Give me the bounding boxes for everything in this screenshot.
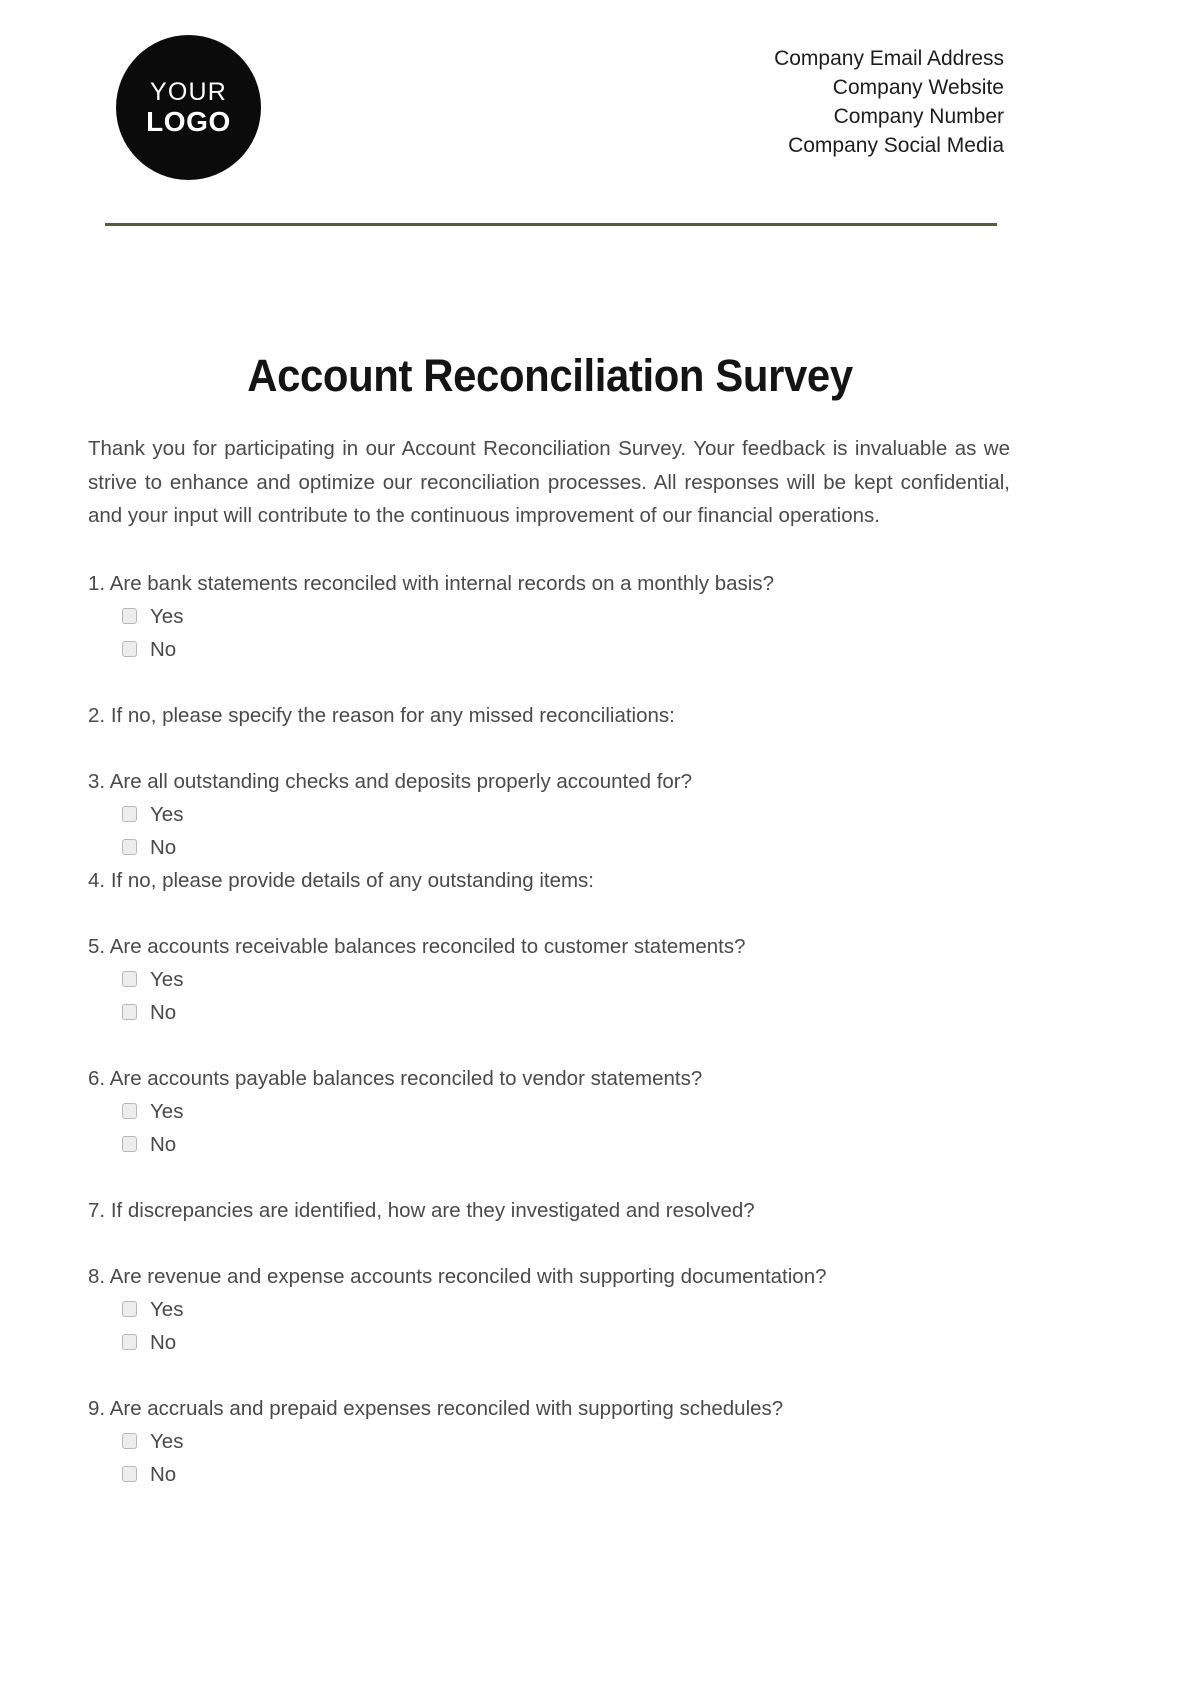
option-yes-6[interactable]: Yes	[122, 1095, 1012, 1128]
logo-your-text: YOUR	[149, 77, 228, 106]
question-label-7: If discrepancies are identified, how are…	[110, 1198, 755, 1222]
company-contact-block: Company Email Address Company Website Co…	[774, 44, 1004, 160]
options-list-5: Yes No	[88, 963, 1012, 1029]
checkbox-icon[interactable]	[122, 608, 137, 624]
option-label-no-8: No	[150, 1330, 177, 1354]
option-label-no-6: No	[150, 1132, 177, 1156]
contact-line-number: Company Number	[833, 105, 1004, 128]
document-header: YOUR LOGO Company Email Address Company …	[88, 0, 1012, 226]
question-text-2: 2. If no, please specify the reason for …	[88, 699, 1012, 732]
question-block-4: 4. If no, please provide details of any …	[88, 864, 1012, 897]
option-label-yes-3: Yes	[150, 802, 184, 826]
option-label-no-5: No	[150, 1000, 177, 1024]
options-list-1: Yes No	[88, 600, 1012, 666]
option-yes-9[interactable]: Yes	[122, 1425, 1012, 1458]
question-number-4: 4.	[88, 868, 106, 892]
question-number-9: 9.	[88, 1396, 106, 1420]
option-no-3[interactable]: No	[122, 831, 1012, 864]
question-label-2: If no, please specify the reason for any…	[110, 703, 675, 727]
checkbox-icon[interactable]	[122, 1433, 137, 1449]
question-number-7: 7.	[88, 1198, 106, 1222]
question-text-4: 4. If no, please provide details of any …	[88, 864, 1012, 897]
question-number-5: 5.	[88, 934, 106, 958]
options-list-6: Yes No	[88, 1095, 1012, 1161]
option-yes-1[interactable]: Yes	[122, 600, 1012, 633]
checkbox-icon[interactable]	[122, 1334, 137, 1350]
logo-logo-text: LOGO	[146, 105, 231, 137]
question-number-6: 6.	[88, 1066, 106, 1090]
question-text-5: 5. Are accounts receivable balances reco…	[88, 930, 1012, 963]
document-page: YOUR LOGO Company Email Address Company …	[0, 0, 1200, 1699]
checkbox-icon[interactable]	[122, 1004, 137, 1020]
option-yes-5[interactable]: Yes	[122, 963, 1012, 996]
question-text-1: 1. Are bank statements reconciled with i…	[88, 567, 1012, 600]
question-text-6: 6. Are accounts payable balances reconci…	[88, 1062, 1012, 1095]
checkbox-icon[interactable]	[122, 839, 137, 855]
option-no-8[interactable]: No	[122, 1326, 1012, 1359]
checkbox-icon[interactable]	[122, 1136, 137, 1152]
intro-paragraph: Thank you for participating in our Accou…	[88, 437, 1010, 527]
question-text-7: 7. If discrepancies are identified, how …	[88, 1194, 1012, 1227]
option-label-yes-6: Yes	[150, 1099, 184, 1123]
question-label-5: Are accounts receivable balances reconci…	[109, 934, 746, 958]
question-block-6: 6. Are accounts payable balances reconci…	[88, 1062, 1012, 1161]
option-label-yes-5: Yes	[150, 967, 184, 991]
question-block-3: 3. Are all outstanding checks and deposi…	[88, 765, 1012, 864]
checkbox-icon[interactable]	[122, 1301, 137, 1317]
contact-line-email: Company Email Address	[774, 47, 1004, 70]
question-label-8: Are revenue and expense accounts reconci…	[109, 1264, 827, 1288]
question-label-3: Are all outstanding checks and deposits …	[109, 769, 693, 793]
question-label-4: If no, please provide details of any out…	[110, 868, 594, 892]
option-label-no-1: No	[150, 637, 177, 661]
question-block-1: 1. Are bank statements reconciled with i…	[88, 567, 1012, 666]
question-number-3: 3.	[88, 769, 106, 793]
question-label-6: Are accounts payable balances reconciled…	[109, 1066, 703, 1090]
checkbox-icon[interactable]	[122, 971, 137, 987]
question-number-2: 2.	[88, 703, 106, 727]
company-logo: YOUR LOGO	[116, 35, 261, 180]
contact-line-website: Company Website	[832, 76, 1004, 99]
checkbox-icon[interactable]	[122, 1466, 137, 1482]
question-text-3: 3. Are all outstanding checks and deposi…	[88, 765, 1012, 798]
option-label-no-3: No	[150, 835, 177, 859]
checkbox-icon[interactable]	[122, 806, 137, 822]
question-block-9: 9. Are accruals and prepaid expenses rec…	[88, 1392, 1012, 1491]
question-number-8: 8.	[88, 1264, 106, 1288]
option-label-no-9: No	[150, 1462, 177, 1486]
question-text-9: 9. Are accruals and prepaid expenses rec…	[88, 1392, 1012, 1425]
question-text-8: 8. Are revenue and expense accounts reco…	[88, 1260, 1012, 1293]
question-number-1: 1.	[88, 571, 106, 595]
options-list-3: Yes No	[88, 798, 1012, 864]
contact-line-social-media: Company Social Media	[788, 134, 1004, 157]
option-label-yes-8: Yes	[150, 1297, 184, 1321]
question-label-1: Are bank statements reconciled with inte…	[109, 571, 774, 595]
option-no-1[interactable]: No	[122, 633, 1012, 666]
option-yes-3[interactable]: Yes	[122, 798, 1012, 831]
options-list-9: Yes No	[88, 1425, 1012, 1491]
document-sheet: YOUR LOGO Company Email Address Company …	[88, 0, 1012, 1524]
questions-list: 1. Are bank statements reconciled with i…	[88, 567, 1012, 1491]
option-no-9[interactable]: No	[122, 1458, 1012, 1491]
question-block-5: 5. Are accounts receivable balances reco…	[88, 930, 1012, 1029]
question-label-9: Are accruals and prepaid expenses reconc…	[109, 1396, 784, 1420]
checkbox-icon[interactable]	[122, 1103, 137, 1119]
option-label-yes-9: Yes	[150, 1429, 184, 1453]
question-block-7: 7. If discrepancies are identified, how …	[88, 1194, 1012, 1227]
option-yes-8[interactable]: Yes	[122, 1293, 1012, 1326]
option-label-yes-1: Yes	[150, 604, 184, 628]
checkbox-icon[interactable]	[122, 641, 137, 657]
option-no-6[interactable]: No	[122, 1128, 1012, 1161]
question-block-8: 8. Are revenue and expense accounts reco…	[88, 1260, 1012, 1359]
options-list-8: Yes No	[88, 1293, 1012, 1359]
question-block-2: 2. If no, please specify the reason for …	[88, 699, 1012, 732]
option-no-5[interactable]: No	[122, 996, 1012, 1029]
page-title: Account Reconciliation Survey	[247, 350, 853, 401]
